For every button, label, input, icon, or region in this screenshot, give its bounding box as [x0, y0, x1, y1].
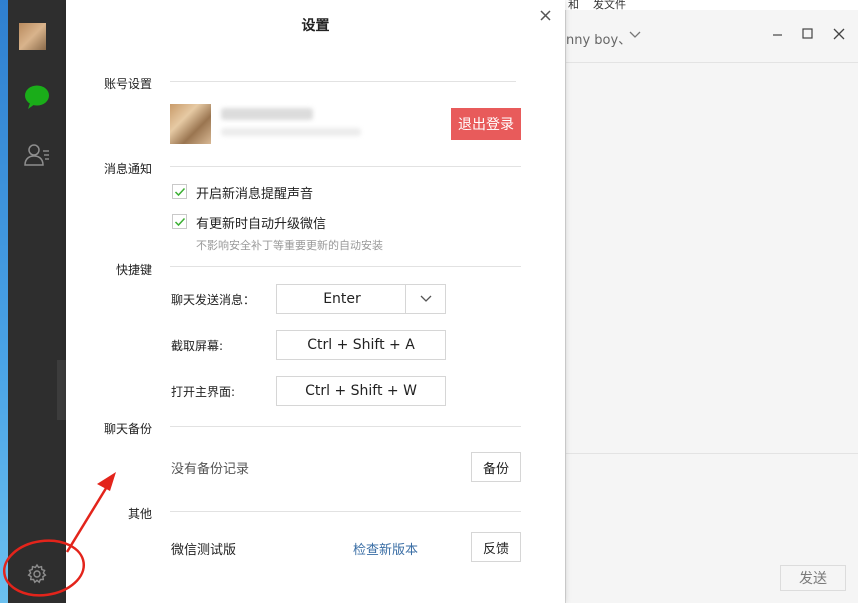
- autoupdate-checkbox-label[interactable]: 有更新时自动升级微信: [196, 213, 326, 232]
- section-label-backup: 聊天备份: [66, 420, 152, 437]
- screenshot-shortcut-field[interactable]: Ctrl + Shift + A: [276, 330, 446, 360]
- section-divider: [170, 511, 521, 512]
- chat-contact-name[interactable]: nny boy、: [566, 29, 631, 48]
- section-divider: [170, 426, 521, 427]
- send-shortcut-label: 聊天发送消息：: [171, 291, 255, 308]
- chat-window: nny boy、 发送: [565, 10, 858, 603]
- backup-status: 没有备份记录: [171, 458, 249, 477]
- open-main-shortcut-field[interactable]: Ctrl + Shift + W: [276, 376, 446, 406]
- sidebar-scrollbar[interactable]: [57, 360, 66, 420]
- section-divider: [170, 81, 516, 82]
- check-update-link[interactable]: 检查新版本: [353, 539, 418, 558]
- logout-button[interactable]: 退出登录: [451, 108, 521, 140]
- autoupdate-hint: 不影响安全补丁等重要更新的自动安装: [196, 237, 383, 253]
- screenshot-shortcut-label: 截取屏幕:: [171, 337, 223, 354]
- maximize-icon[interactable]: [800, 26, 816, 42]
- minimize-icon[interactable]: [770, 26, 786, 42]
- section-label-shortcuts: 快捷键: [66, 261, 152, 278]
- chat-input-divider: [566, 453, 858, 454]
- section-divider: [170, 166, 521, 167]
- section-label-notifications: 消息通知: [66, 160, 152, 177]
- user-avatar[interactable]: [19, 23, 46, 50]
- chevron-down-icon: [420, 295, 432, 303]
- version-label: 微信测试版: [171, 539, 236, 558]
- avatar: [170, 104, 211, 144]
- blurred-nickname: [221, 108, 313, 120]
- send-shortcut-select[interactable]: Enter: [276, 284, 446, 314]
- blurred-account-id: [221, 128, 361, 136]
- send-shortcut-value: Enter: [277, 291, 407, 307]
- autoupdate-checkbox[interactable]: [172, 214, 187, 229]
- backup-button[interactable]: 备份: [471, 452, 521, 482]
- section-label-other: 其他: [66, 505, 152, 522]
- send-button[interactable]: 发送: [780, 565, 846, 591]
- chat-top-text-2: 发文件: [593, 0, 626, 10]
- dropdown-toggle[interactable]: [405, 285, 445, 313]
- chat-bubble-icon[interactable]: [8, 82, 66, 112]
- close-icon[interactable]: [538, 8, 554, 24]
- section-divider: [170, 266, 521, 267]
- feedback-button[interactable]: 反馈: [471, 532, 521, 562]
- sound-checkbox[interactable]: [172, 184, 187, 199]
- close-icon[interactable]: [831, 26, 847, 42]
- chat-top-strip: 和 发文件: [565, 0, 858, 10]
- chat-top-text-1: 和: [568, 0, 579, 10]
- contacts-icon[interactable]: [8, 140, 66, 170]
- section-label-account: 账号设置: [66, 75, 152, 92]
- chevron-down-icon[interactable]: [629, 28, 641, 40]
- page-title: 设置: [66, 15, 565, 35]
- chat-header: nny boy、: [566, 10, 858, 63]
- sound-checkbox-label[interactable]: 开启新消息提醒声音: [196, 183, 313, 202]
- app-sidebar: [8, 0, 66, 603]
- settings-panel: 设置 账号设置 退出登录 消息通知 开启新消息提醒声音 有更新时自动升级微信 不…: [66, 0, 565, 603]
- open-main-shortcut-label: 打开主界面:: [171, 383, 235, 400]
- gear-icon[interactable]: [8, 559, 66, 589]
